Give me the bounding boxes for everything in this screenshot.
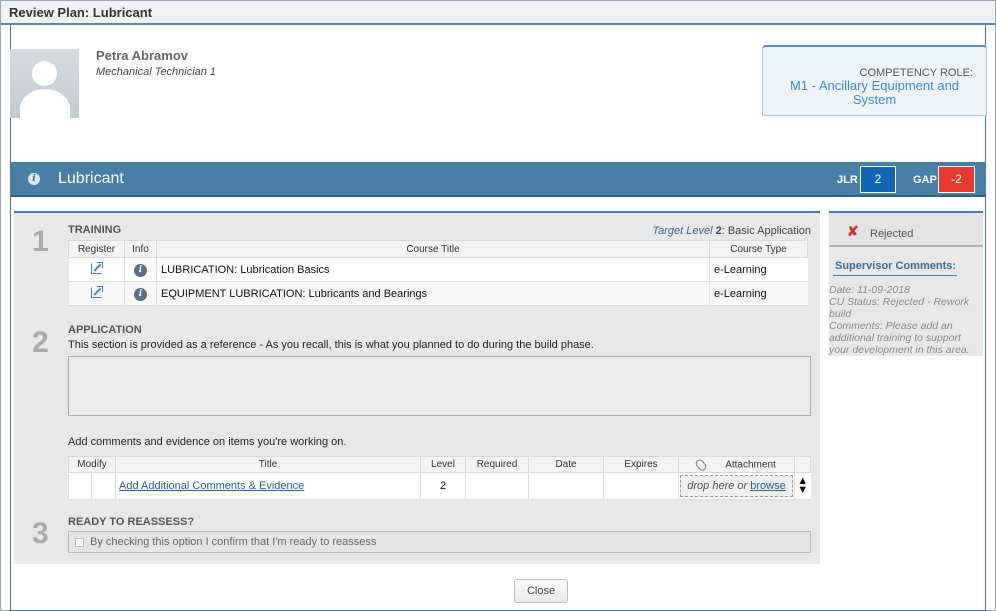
review-plan-window: Review Plan: Lubricant Petra Abramov Mec… bbox=[0, 0, 996, 611]
supervisor-comments-heading: Supervisor Comments: bbox=[833, 260, 957, 276]
reassess-checkbox[interactable] bbox=[75, 537, 84, 547]
status-bar: ✘ Rejected bbox=[829, 213, 983, 247]
application-heading: APPLICATION bbox=[68, 324, 142, 336]
supervisor-comments-meta: Date: 11-09-2018 CU Status: Rejected - R… bbox=[829, 284, 981, 356]
external-link-icon[interactable] bbox=[91, 261, 103, 274]
gap-value-badge: -2 bbox=[938, 166, 975, 193]
modify-cell[interactable] bbox=[68, 472, 116, 500]
table-row: i LUBRICATION: Lubrication Basics e-Lear… bbox=[68, 257, 808, 282]
evidence-intro: Add comments and evidence on items you'r… bbox=[68, 436, 347, 448]
evidence-level: 2 bbox=[420, 472, 466, 500]
col-course-title: Course Title bbox=[156, 240, 710, 258]
status-text: Rejected bbox=[870, 228, 914, 240]
training-heading: TRAINING bbox=[68, 224, 122, 236]
comment-text: Comments: Please add an additional train… bbox=[829, 320, 970, 356]
evidence-table: Modify Title Level Required Date Expires… bbox=[68, 456, 811, 500]
step-number-1: 1 bbox=[32, 225, 49, 258]
jlr-value-badge: 2 bbox=[860, 166, 896, 193]
col-course-type: Course Type bbox=[709, 240, 808, 258]
course-title: LUBRICATION: Lubrication Basics bbox=[156, 257, 710, 282]
rejected-x-icon: ✘ bbox=[847, 223, 859, 239]
training-table: Register Info Course Title Course Type i… bbox=[68, 240, 808, 306]
person-job-title: Mechanical Technician 1 bbox=[96, 66, 217, 78]
course-type: e-Learning bbox=[709, 281, 808, 306]
reassess-confirm-row[interactable]: By checking this option I confirm that I… bbox=[68, 531, 811, 553]
close-button[interactable]: Close bbox=[514, 579, 568, 603]
target-level-label: Target Level bbox=[652, 225, 713, 237]
evidence-expires bbox=[603, 472, 679, 500]
reassess-heading: READY TO REASSESS? bbox=[68, 516, 195, 528]
application-description: This section is provided as a reference … bbox=[68, 339, 594, 351]
competency-name: Lubricant bbox=[58, 170, 124, 187]
evidence-date bbox=[528, 472, 604, 500]
jlr-label: JLR bbox=[837, 174, 858, 186]
col-info: Info bbox=[124, 240, 157, 258]
competency-role-value[interactable]: M1 - Ancillary Equipment and System bbox=[783, 79, 966, 107]
info-icon[interactable]: i bbox=[134, 263, 147, 277]
application-textarea[interactable] bbox=[68, 356, 811, 416]
attachment-dropzone[interactable]: drop here or browse bbox=[680, 475, 793, 497]
col-scroll bbox=[794, 456, 811, 473]
supervisor-side-panel: ✘ Rejected Supervisor Comments: Date: 11… bbox=[829, 211, 983, 356]
modify-cell-divider bbox=[69, 473, 92, 499]
col-expires: Expires bbox=[603, 456, 679, 473]
comment-cu-status: CU Status: Rejected - Rework build bbox=[829, 296, 970, 320]
col-title: Title bbox=[115, 456, 421, 473]
col-modify: Modify bbox=[68, 456, 116, 473]
scroll-down-icon[interactable]: ▼ bbox=[797, 484, 808, 496]
avatar bbox=[10, 49, 79, 118]
course-title: EQUIPMENT LUBRICATION: Lubricants and Be… bbox=[156, 281, 710, 306]
competency-role-box: COMPETENCY ROLE: M1 - Ancillary Equipmen… bbox=[762, 45, 987, 116]
dropzone-text: drop here or bbox=[687, 480, 748, 492]
target-level: Target Level 2: Basic Application bbox=[652, 225, 811, 237]
col-date: Date bbox=[528, 456, 604, 473]
table-row: i EQUIPMENT LUBRICATION: Lubricants and … bbox=[68, 281, 808, 306]
step-number-3: 3 bbox=[32, 517, 49, 550]
info-icon[interactable]: i bbox=[134, 287, 147, 301]
table-row: Add Additional Comments & Evidence 2 dro… bbox=[68, 472, 811, 500]
plan-main-panel: 1 TRAINING Target Level 2: Basic Applica… bbox=[14, 211, 820, 564]
competency-banner: i Lubricant JLR 2 GAP -2 bbox=[11, 162, 986, 197]
avatar-head-shape bbox=[32, 61, 57, 86]
browse-link[interactable]: browse bbox=[750, 480, 785, 492]
col-attachment-label: Attachment bbox=[725, 459, 776, 471]
external-link-icon[interactable] bbox=[91, 285, 103, 298]
comment-date: Date: 11-09-2018 bbox=[829, 284, 910, 296]
person-name: Petra Abramov bbox=[96, 48, 188, 63]
window-titlebar: Review Plan: Lubricant bbox=[1, 1, 995, 25]
paperclip-icon bbox=[694, 457, 709, 472]
attachment-cell: drop here or browse bbox=[678, 472, 795, 500]
course-type: e-Learning bbox=[709, 257, 808, 282]
gap-label: GAP bbox=[913, 174, 937, 186]
add-evidence-link[interactable]: Add Additional Comments & Evidence bbox=[119, 480, 304, 492]
reassess-confirm-text: By checking this option I confirm that I… bbox=[90, 536, 377, 548]
col-attachment: Attachment bbox=[678, 456, 795, 473]
evidence-required bbox=[465, 472, 529, 500]
col-register: Register bbox=[68, 240, 125, 258]
target-level-name: : Basic Application bbox=[721, 225, 811, 237]
info-icon[interactable]: i bbox=[28, 173, 40, 185]
col-required: Required bbox=[465, 456, 529, 473]
col-level: Level bbox=[420, 456, 466, 473]
window-title: Review Plan: Lubricant bbox=[9, 5, 153, 20]
avatar-body-shape bbox=[20, 89, 70, 118]
step-number-2: 2 bbox=[32, 326, 49, 359]
attachment-scroll[interactable]: ▲ ▼ bbox=[794, 472, 811, 500]
